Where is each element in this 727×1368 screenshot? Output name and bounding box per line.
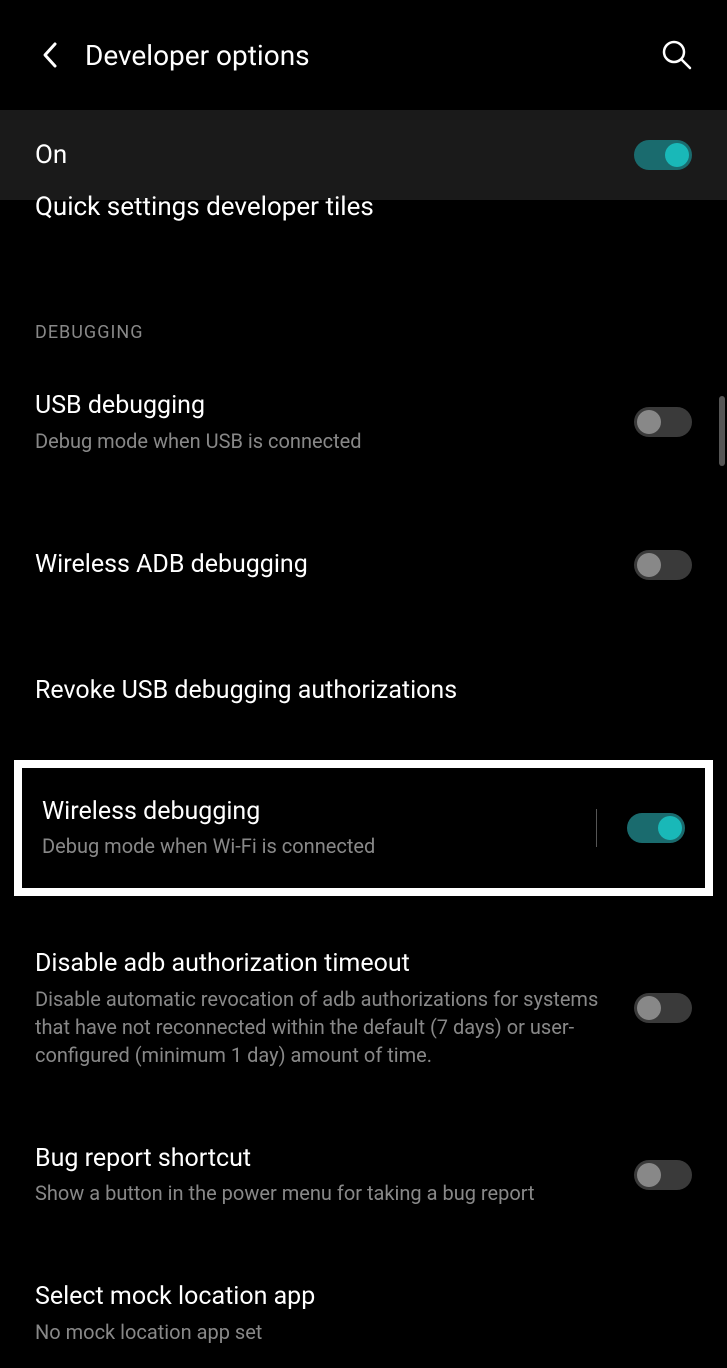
search-button[interactable] bbox=[657, 35, 697, 75]
setting-text: Bug report shortcut Show a button in the… bbox=[35, 1143, 634, 1208]
wireless-adb-toggle[interactable] bbox=[634, 550, 692, 580]
section-header-debugging: DEBUGGING bbox=[0, 322, 727, 343]
toggle-knob bbox=[637, 553, 661, 577]
toggle-knob bbox=[637, 410, 661, 434]
setting-usb-debugging[interactable]: USB debugging Debug mode when USB is con… bbox=[0, 368, 727, 477]
search-icon bbox=[661, 39, 693, 71]
bug-report-toggle[interactable] bbox=[634, 1160, 692, 1190]
setting-text: USB debugging Debug mode when USB is con… bbox=[35, 390, 634, 455]
setting-wireless-adb[interactable]: Wireless ADB debugging bbox=[0, 527, 727, 604]
master-toggle-row[interactable]: On bbox=[0, 110, 727, 200]
setting-wireless-debugging[interactable]: Wireless debugging Debug mode when Wi-Fi… bbox=[22, 768, 705, 889]
setting-title: Revoke USB debugging authorizations bbox=[35, 675, 672, 708]
setting-title: Select mock location app bbox=[35, 1281, 672, 1314]
setting-title: Bug report shortcut bbox=[35, 1143, 614, 1176]
disable-adb-timeout-toggle[interactable] bbox=[634, 993, 692, 1023]
toggle-knob bbox=[665, 143, 689, 167]
setting-title: USB debugging bbox=[35, 390, 614, 423]
setting-text: Revoke USB debugging authorizations bbox=[35, 675, 692, 708]
usb-debugging-toggle[interactable] bbox=[634, 407, 692, 437]
setting-disable-adb-timeout[interactable]: Disable adb authorization timeout Disabl… bbox=[0, 926, 727, 1091]
scrollbar[interactable] bbox=[719, 396, 725, 466]
setting-title: Wireless debugging bbox=[42, 796, 576, 829]
master-toggle[interactable] bbox=[634, 140, 692, 170]
toggle-knob bbox=[637, 996, 661, 1020]
wireless-debugging-toggle[interactable] bbox=[627, 813, 685, 843]
setting-title: Wireless ADB debugging bbox=[35, 549, 614, 582]
setting-mock-location[interactable]: Select mock location app No mock locatio… bbox=[0, 1259, 727, 1368]
setting-revoke-usb[interactable]: Revoke USB debugging authorizations bbox=[0, 653, 727, 730]
toggle-knob bbox=[658, 816, 682, 840]
master-toggle-label: On bbox=[35, 140, 67, 170]
setting-bug-report[interactable]: Bug report shortcut Show a button in the… bbox=[0, 1121, 727, 1230]
setting-subtitle: Debug mode when USB is connected bbox=[35, 427, 614, 455]
setting-text: Wireless debugging Debug mode when Wi-Fi… bbox=[42, 796, 596, 861]
setting-title: Disable adb authorization timeout bbox=[35, 948, 614, 981]
setting-subtitle: Disable automatic revocation of adb auth… bbox=[35, 985, 614, 1069]
setting-text: Wireless ADB debugging bbox=[35, 549, 634, 582]
toggle-knob bbox=[637, 1163, 661, 1187]
back-button[interactable] bbox=[30, 35, 70, 75]
setting-subtitle: Show a button in the power menu for taki… bbox=[35, 1179, 614, 1207]
page-title: Developer options bbox=[85, 39, 657, 72]
setting-subtitle: No mock location app set bbox=[35, 1318, 672, 1346]
header-bar: Developer options bbox=[0, 0, 727, 110]
setting-subtitle: Debug mode when Wi-Fi is connected bbox=[42, 832, 576, 860]
partial-setting-item[interactable]: Quick settings developer tiles bbox=[0, 192, 727, 222]
highlighted-setting: Wireless debugging Debug mode when Wi-Fi… bbox=[14, 760, 713, 897]
setting-text: Select mock location app No mock locatio… bbox=[35, 1281, 692, 1346]
setting-text: Disable adb authorization timeout Disabl… bbox=[35, 948, 634, 1069]
chevron-left-icon bbox=[41, 41, 59, 69]
settings-list: Quick settings developer tiles DEBUGGING… bbox=[0, 192, 727, 1368]
